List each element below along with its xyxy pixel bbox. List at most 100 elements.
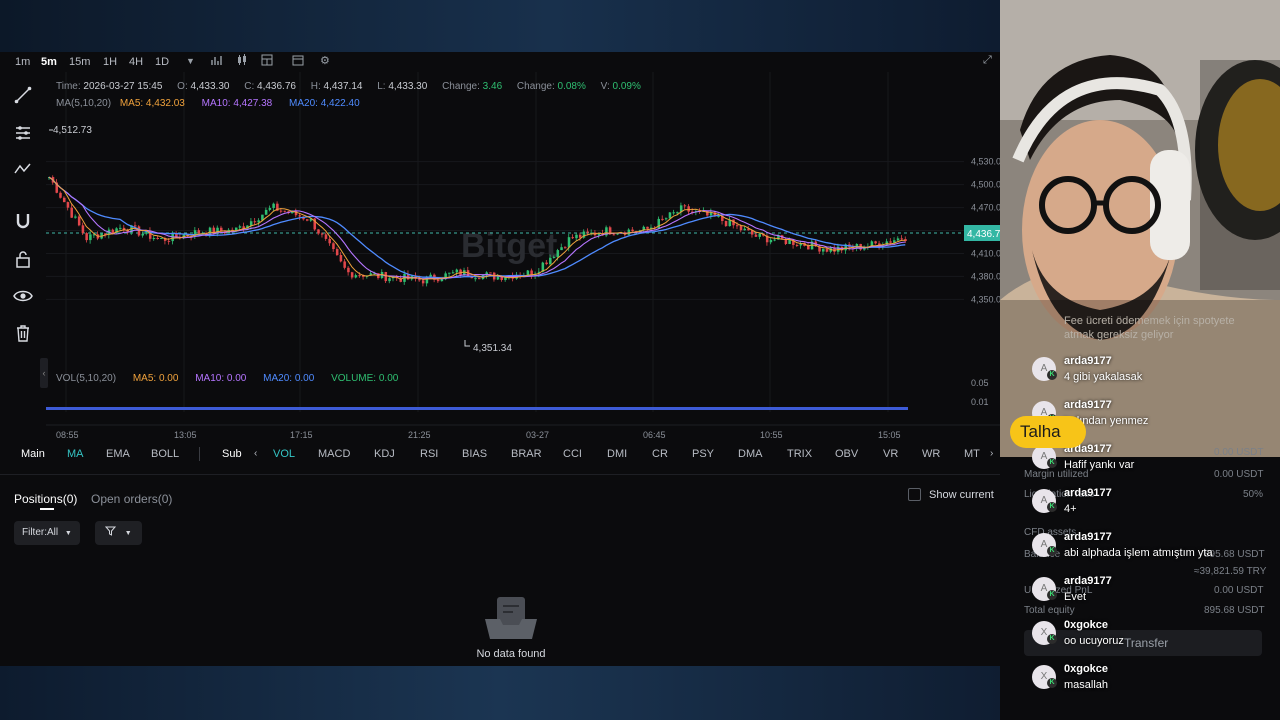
- candle-body: [197, 230, 201, 234]
- chat-message: Hafif yankı var: [1064, 459, 1135, 471]
- filter-options-button[interactable]: ▼: [95, 521, 142, 545]
- vol-ma20-value: MA20: 0.00: [263, 373, 315, 384]
- v-value: 0.09%: [612, 81, 641, 92]
- background-top: [0, 0, 1000, 52]
- show-current-checkbox[interactable]: [908, 488, 921, 501]
- change-value: 3.46: [482, 81, 503, 92]
- magnet-icon[interactable]: [12, 212, 34, 234]
- tab-macd[interactable]: MACD: [318, 448, 350, 460]
- tab-bias[interactable]: BIAS: [462, 448, 487, 460]
- min-price-label: 4,351.34: [473, 343, 512, 354]
- change-label: Change:: [442, 81, 480, 92]
- candle-body: [350, 272, 354, 278]
- candle-body: [328, 238, 331, 244]
- candle-body: [646, 226, 649, 229]
- trash-delete-icon[interactable]: [12, 324, 34, 346]
- tab-ema[interactable]: EMA: [106, 448, 130, 460]
- ma5-value: MA5: 4,432.03: [119, 98, 185, 109]
- candle-body: [384, 271, 388, 282]
- price-chart[interactable]: Bitget 4,512.73 4,351.34 4,530.004,500.0…: [46, 72, 1000, 442]
- tab-wr[interactable]: WR: [922, 448, 940, 460]
- scroll-right-icon[interactable]: ›: [990, 448, 993, 459]
- candle-body: [283, 210, 287, 212]
- tab-dma[interactable]: DMA: [738, 448, 762, 460]
- filter-all-dropdown[interactable]: Filter:All ▼: [14, 521, 80, 545]
- tab-brar[interactable]: BRAR: [511, 448, 542, 460]
- time-tick-label: 13:05: [174, 430, 197, 440]
- volume-info-line: VOL(5,10,20) MA5: 0.00 MA10: 0.00 MA20: …: [56, 373, 398, 384]
- timeframe-5m[interactable]: 5m: [41, 56, 57, 68]
- scroll-left-icon[interactable]: ‹: [254, 448, 257, 459]
- tab-boll[interactable]: BOLL: [151, 448, 179, 460]
- tab-open-orders[interactable]: Open orders(0): [91, 492, 172, 506]
- timeframe-15m[interactable]: 15m: [69, 56, 90, 68]
- tab-cci[interactable]: CCI: [563, 448, 582, 460]
- candle-body: [335, 249, 339, 256]
- tab-vol[interactable]: VOL: [273, 448, 295, 460]
- indicator-tabs: Main MA EMA BOLL Sub ‹ VOL MACD KDJ RSI …: [0, 444, 1000, 464]
- close-value: 4,436.76: [257, 81, 296, 92]
- fullscreen-icon[interactable]: ⤢: [983, 54, 992, 67]
- candle-body: [545, 262, 548, 265]
- main-indicator-label: Main: [21, 448, 45, 460]
- time-tick-label: 08:55: [56, 430, 79, 440]
- section-divider: [0, 474, 1000, 475]
- template-icon[interactable]: [292, 54, 304, 69]
- tab-psy[interactable]: PSY: [692, 448, 714, 460]
- timeframe-1m[interactable]: 1m: [15, 56, 30, 68]
- empty-box-icon: [485, 597, 537, 639]
- timeframe-1h[interactable]: 1H: [103, 56, 117, 68]
- chat-comment: X K 0xgokce oo ucuyoruz: [1032, 619, 1272, 659]
- price-tick-label: 4,410.00: [971, 248, 1000, 258]
- tab-vr[interactable]: VR: [883, 448, 898, 460]
- tab-ma[interactable]: MA: [67, 448, 84, 460]
- tab-obv[interactable]: OBV: [835, 448, 858, 460]
- candle-body: [739, 226, 743, 231]
- tab-kdj[interactable]: KDJ: [374, 448, 395, 460]
- timeframe-dropdown-icon[interactable]: ▼: [186, 56, 195, 66]
- tab-rsi[interactable]: RSI: [420, 448, 438, 460]
- volume-value: VOLUME: 0.00: [331, 373, 399, 384]
- low-label: L:: [377, 81, 386, 92]
- pattern-tool-icon[interactable]: [12, 160, 34, 182]
- candlestick-type-icon[interactable]: [236, 54, 248, 69]
- candle-body: [664, 218, 668, 220]
- user-badge-icon: K: [1047, 370, 1057, 380]
- price-tick-label: 4,470.00: [971, 203, 1000, 213]
- vol-label: VOL(5,10,20): [56, 373, 117, 384]
- candle-body: [436, 279, 440, 282]
- chat-message: 4 gibi yakalasak: [1064, 371, 1143, 383]
- candlestick-chart-canvas[interactable]: Bitget 4,512.73 4,351.34 4,530.004,500.0…: [46, 72, 1000, 442]
- candle-body: [631, 229, 634, 232]
- candle-body: [134, 225, 137, 227]
- timeframe-4h[interactable]: 4H: [129, 56, 143, 68]
- horizontal-lines-tool-icon[interactable]: [12, 124, 34, 146]
- chat-username: arda9177: [1064, 575, 1112, 587]
- candle-body: [807, 245, 810, 250]
- active-tab-underline: [40, 508, 54, 510]
- tab-positions[interactable]: Positions(0): [14, 492, 77, 506]
- candle-body: [268, 207, 272, 210]
- candle-body: [137, 226, 141, 236]
- candle-body: [661, 218, 664, 220]
- settings-gear-icon[interactable]: ⚙: [320, 54, 330, 67]
- tab-dmi[interactable]: DMI: [607, 448, 627, 460]
- candle-body: [440, 279, 444, 282]
- ma10-value: MA10: 4,427.38: [201, 98, 273, 109]
- eye-visibility-icon[interactable]: [12, 287, 34, 309]
- show-current-toggle[interactable]: Show current: [908, 488, 994, 501]
- tab-trix[interactable]: TRIX: [787, 448, 812, 460]
- tab-mt[interactable]: MT: [964, 448, 980, 460]
- indicator-icon[interactable]: [211, 54, 223, 69]
- user-badge-icon: K: [1047, 678, 1057, 688]
- candle-body: [388, 278, 391, 282]
- trading-app: 1m 5m 15m 1H 4H 1D ▼ ⚙ ⤢ ‹ Bitget 4,512.…: [0, 52, 1000, 666]
- timeframe-1d[interactable]: 1D: [155, 56, 169, 68]
- tab-cr[interactable]: CR: [652, 448, 668, 460]
- layout-icon[interactable]: [261, 54, 273, 69]
- time-label: Time:: [56, 81, 81, 92]
- chat-username: arda9177: [1064, 531, 1112, 543]
- trendline-tool-icon[interactable]: [12, 86, 34, 108]
- chat-comment: X K 0xgokce masallah: [1032, 663, 1272, 703]
- lock-icon[interactable]: [12, 250, 34, 272]
